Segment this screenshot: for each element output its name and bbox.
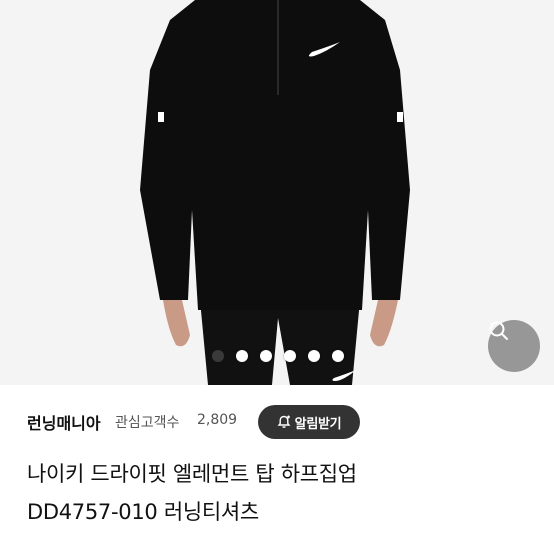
zoom-button[interactable] (488, 320, 540, 372)
carousel-dot[interactable] (332, 350, 344, 362)
fans-label: 관심고객수 (115, 415, 180, 431)
product-photo-illustration (0, 0, 554, 385)
carousel-dot[interactable] (308, 350, 320, 362)
bell-plus-icon (277, 415, 291, 429)
product-title-line: DD4757-010 러닝티셔츠 (27, 500, 259, 524)
product-image[interactable] (0, 0, 554, 385)
carousel-dot[interactable] (260, 350, 272, 362)
product-title: 나이키 드라이핏 엘레먼트 탑 하프집업 DD4757-010 러닝티셔츠 (27, 455, 527, 531)
alarm-button[interactable]: 알림받기 (258, 405, 360, 439)
search-icon (489, 321, 508, 340)
seller-name[interactable]: 런닝매니아 (27, 410, 101, 434)
carousel-dots (0, 350, 554, 364)
carousel-dot[interactable] (212, 350, 224, 362)
fans-count: 2,809 (197, 412, 238, 428)
seller-info: 런닝매니아 관심고객수 2,809 알림받기 (0, 385, 554, 465)
product-title-line: 나이키 드라이핏 엘레먼트 탑 하프집업 (27, 462, 357, 486)
alarm-button-label: 알림받기 (294, 416, 342, 432)
carousel-dot[interactable] (236, 350, 248, 362)
carousel-dot[interactable] (284, 350, 296, 362)
